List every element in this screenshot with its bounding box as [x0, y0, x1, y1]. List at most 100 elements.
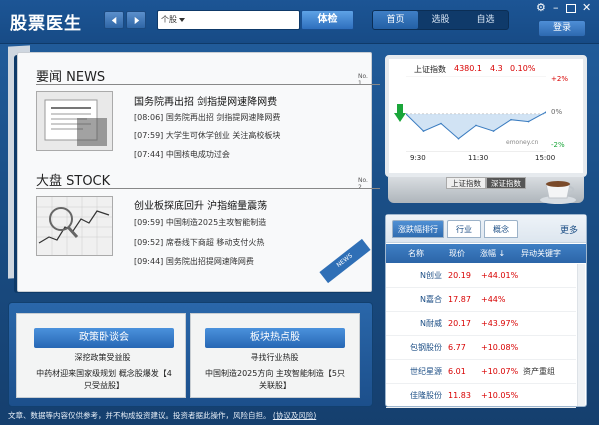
minimize-icon[interactable]: –: [553, 2, 559, 14]
cell-price: 11.83: [448, 391, 471, 400]
news-paper: 要闻 NEWS No. 1 国务院再出招 剑指提网速降网费 [08:06] 国务…: [17, 52, 380, 292]
arrow-down-icon: [394, 104, 406, 122]
table-row[interactable]: 佳隆股份 11.83 +10.05%: [386, 384, 576, 408]
hot-list-tabs: 涨跌幅排行 行业 概念 更多: [386, 215, 586, 243]
cell-keyword: 资产重组: [523, 367, 555, 376]
news-lead-headline[interactable]: 国务院再出招 剑指提网速降网费: [134, 93, 277, 108]
market-lead-headline[interactable]: 创业板探底回升 沪指缩量震荡: [134, 197, 267, 212]
index-point: [527, 120, 530, 123]
main-nav: 首页 选股 自选: [372, 10, 509, 30]
index-point: [475, 124, 477, 127]
sector-hot-button[interactable]: 板块热点股: [205, 328, 345, 348]
col-price[interactable]: 现价: [449, 244, 465, 263]
cell-change: +43.97%: [481, 319, 519, 328]
x-tick: 11:30: [468, 154, 489, 162]
cell-change: +44.01%: [481, 271, 519, 280]
sector-subtitle: 寻找行业热股: [250, 353, 299, 362]
table-row[interactable]: N创业 20.19 +44.01%: [386, 264, 576, 288]
policy-subtitle: 深挖政策受益股: [74, 353, 131, 362]
news-item[interactable]: [08:06] 国务院再出招 剑指提网速降网费: [134, 112, 280, 123]
arrow-left-icon: [111, 16, 116, 24]
search-scope-select[interactable]: 个股: [161, 14, 185, 25]
tab-change-ranking[interactable]: 涨跌幅排行: [392, 220, 444, 238]
index-point: [440, 122, 442, 125]
agreement-link[interactable]: (协议及风险): [273, 411, 316, 420]
app-logo: 股票医生: [10, 14, 82, 34]
cell-name: N嘉合: [420, 295, 442, 304]
cell-change: +10.05%: [481, 391, 519, 400]
index-pct: 0.10%: [510, 64, 536, 73]
login-button[interactable]: 登录: [538, 20, 586, 37]
tab-concept[interactable]: 概念: [484, 220, 518, 238]
cell-change: +44%: [481, 295, 506, 304]
cell-price: 20.19: [448, 271, 471, 280]
y-tick-top: +2%: [551, 75, 568, 83]
search-box: 个股: [157, 10, 300, 30]
tab-shanghai-index[interactable]: 上证指数: [446, 177, 486, 189]
news-section-title: 要闻 NEWS: [36, 70, 106, 85]
maximize-icon[interactable]: [566, 4, 576, 13]
forward-button[interactable]: [126, 11, 146, 29]
close-icon[interactable]: ✕: [582, 2, 591, 14]
disclaimer: 文章、数据等内容仅供参考，并不构成投资建议。投资者据此操作，风险自担。 (协议及…: [8, 410, 316, 421]
check-button[interactable]: 体检: [301, 10, 354, 30]
news-item[interactable]: [07:59] 大学生可休学创业 关注高校板块: [134, 130, 280, 141]
market-item[interactable]: [09:44] 国务院出招提网速降网费: [134, 256, 254, 267]
col-keyword[interactable]: 异动关键字: [521, 244, 561, 263]
hot-list-panel: 涨跌幅排行 行业 概念 更多 名称 现价 涨幅 ↓ 异动关键字 N创业 20.19…: [385, 214, 587, 408]
index-value: 4380.1: [454, 64, 482, 73]
table-row[interactable]: N耐威 20.17 +43.97%: [386, 312, 576, 336]
news-item[interactable]: [07:44] 中国核电成功过会: [134, 149, 230, 160]
nav-stock-picker[interactable]: 选股: [418, 11, 463, 29]
x-tick: 15:00: [535, 154, 556, 162]
section-divider: [36, 188, 380, 189]
market-thumbnail: [36, 196, 113, 256]
col-name[interactable]: 名称: [408, 244, 424, 263]
cell-price: 20.17: [448, 319, 471, 328]
chevron-down-icon: [179, 17, 185, 22]
nav-watchlist[interactable]: 自选: [463, 11, 508, 29]
cell-price: 6.77: [448, 343, 466, 352]
index-point: [457, 137, 460, 140]
policy-desc[interactable]: 中药材迎来国家级规划 概念股爆发【4只受益股】: [34, 368, 174, 392]
index-line-chart: [406, 76, 546, 152]
cell-name: 包钢股份: [410, 343, 442, 352]
market-item[interactable]: [09:52] 席卷线下商超 移动支付火热: [134, 237, 264, 248]
market-section-title: 大盘 STOCK: [36, 174, 111, 189]
back-button[interactable]: [104, 11, 124, 29]
cell-name: 世纪星源: [410, 367, 442, 376]
sector-desc[interactable]: 中国制造2025方向 主攻智能制造【5只关联股】: [205, 368, 345, 392]
index-tabs: 上证指数 深证指数: [446, 177, 526, 189]
y-tick-mid: 0%: [551, 108, 563, 116]
y-tick-bottom: -2%: [551, 141, 565, 149]
table-row[interactable]: N嘉合 17.87 +44%: [386, 288, 576, 312]
table-row[interactable]: 包钢股份 6.77 +10.08%: [386, 336, 576, 360]
cell-change: +10.07%: [481, 367, 519, 376]
nav-home[interactable]: 首页: [373, 11, 418, 29]
cell-name: 佳隆股份: [410, 391, 442, 400]
index-change: 4.3: [490, 64, 503, 73]
policy-talk-button[interactable]: 政策卧谈会: [34, 328, 174, 348]
coffee-cup-icon: [540, 181, 576, 204]
col-change[interactable]: 涨幅 ↓: [480, 244, 505, 263]
index-point: [492, 130, 495, 132]
index-name: 上证指数: [414, 65, 446, 74]
market-item[interactable]: [09:59] 中国制造2025主攻智能制造: [134, 217, 266, 228]
cell-change: +10.08%: [481, 343, 519, 352]
arrow-right-icon: [134, 16, 139, 24]
table-row[interactable]: 世纪星源 6.01 +10.07% 资产重组: [386, 360, 576, 384]
section-divider: [36, 84, 380, 85]
list-scrollbar[interactable]: [577, 264, 585, 406]
cell-price: 6.01: [448, 367, 466, 376]
tab-industry[interactable]: 行业: [447, 220, 481, 238]
disclaimer-text: 文章、数据等内容仅供参考，并不构成投资建议。投资者据此操作，风险自担。: [8, 411, 271, 420]
search-input[interactable]: [192, 13, 296, 27]
index-point: [422, 130, 425, 132]
tab-shenzhen-index[interactable]: 深证指数: [486, 177, 526, 189]
cell-price: 17.87: [448, 295, 471, 304]
settings-icon[interactable]: ⚙: [536, 2, 546, 14]
cell-name: N创业: [420, 271, 442, 280]
x-tick: 9:30: [410, 154, 426, 162]
more-link[interactable]: 更多: [560, 223, 578, 236]
search-scope-label: 个股: [161, 15, 177, 24]
